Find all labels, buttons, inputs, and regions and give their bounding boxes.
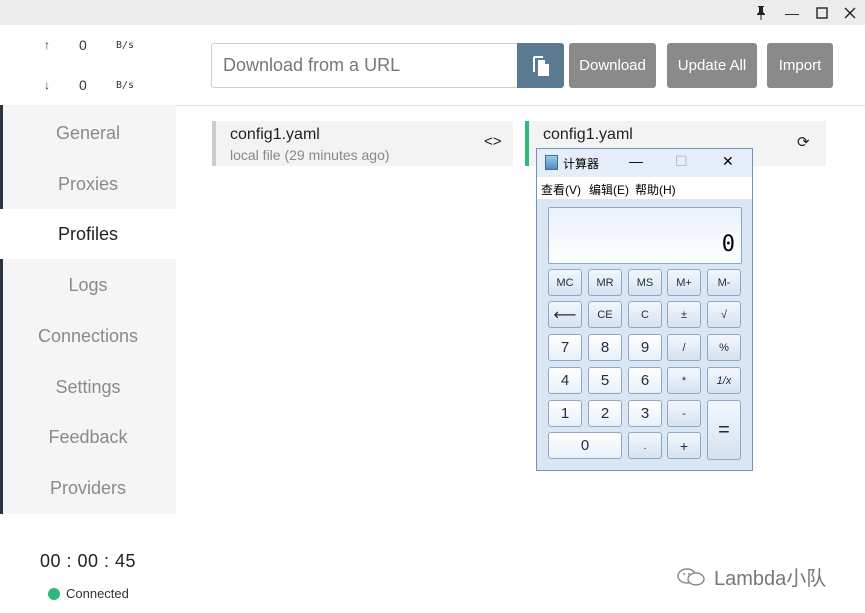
key-ce[interactable]: CE: [588, 301, 622, 328]
download-unit: B/s: [116, 80, 135, 91]
download-speed: ↓ 0 B/s: [0, 65, 176, 105]
calculator-title: 计算器: [563, 157, 600, 171]
sidebar-item-logs[interactable]: Logs: [0, 260, 176, 310]
profile-subtitle: local file (29 minutes ago): [230, 147, 390, 163]
key-subtract[interactable]: -: [667, 400, 701, 427]
upload-value: 0: [79, 37, 87, 53]
key-mc[interactable]: MC: [548, 269, 582, 296]
sidebar-item-profiles[interactable]: Profiles: [0, 209, 176, 259]
display-value: 0: [721, 232, 735, 257]
sidebar-item-feedback[interactable]: Feedback: [0, 412, 176, 462]
key-m-minus[interactable]: M-: [707, 269, 741, 296]
card-accent: [212, 121, 216, 166]
key-percent[interactable]: %: [707, 334, 741, 361]
key-8[interactable]: 8: [588, 334, 622, 361]
url-input[interactable]: Download from a URL: [211, 43, 519, 88]
watermark-text: Lambda小队: [714, 568, 827, 590]
watermark: Lambda小队: [676, 562, 826, 591]
refresh-icon[interactable]: ⟳: [797, 133, 810, 151]
profile-name: config1.yaml: [230, 126, 320, 143]
close-button[interactable]: [835, 0, 865, 25]
calculator-window: 计算器 — ☐ ✕ 查看(V) 编辑(E) 帮助(H) 0 MC MR MS M…: [536, 148, 753, 471]
key-mr[interactable]: MR: [588, 269, 622, 296]
upload-speed: ↑ 0 B/s: [0, 25, 176, 65]
calc-maximize-button[interactable]: ☐: [675, 153, 688, 170]
key-ms[interactable]: MS: [628, 269, 662, 296]
sidebar-item-proxies[interactable]: Proxies: [0, 159, 176, 209]
key-equals[interactable]: =: [707, 400, 741, 460]
card-accent: [525, 121, 529, 166]
import-button[interactable]: Import: [767, 43, 833, 88]
key-decimal[interactable]: .: [628, 432, 662, 459]
key-multiply[interactable]: *: [667, 367, 701, 394]
uptime-timer: 00 : 00 : 45: [39, 551, 137, 571]
menu-view[interactable]: 查看(V): [541, 181, 581, 198]
calc-close-button[interactable]: ✕: [722, 153, 734, 170]
pin-icon[interactable]: [746, 0, 776, 25]
key-7[interactable]: 7: [548, 334, 582, 361]
menu-edit[interactable]: 编辑(E): [589, 181, 629, 198]
key-6[interactable]: 6: [628, 367, 662, 394]
status-label: Connected: [66, 586, 129, 601]
divider: [176, 105, 865, 106]
download-button[interactable]: Download: [569, 43, 656, 88]
calc-minimize-button[interactable]: —: [629, 153, 643, 169]
key-add[interactable]: +: [667, 432, 701, 459]
key-backspace[interactable]: ⟵: [548, 301, 582, 328]
minimize-button[interactable]: —: [777, 0, 807, 25]
key-5[interactable]: 5: [588, 367, 622, 394]
code-icon[interactable]: <>: [484, 133, 502, 150]
key-1[interactable]: 1: [548, 400, 582, 427]
sidebar-item-settings[interactable]: Settings: [0, 362, 176, 412]
clipboard-icon: [532, 55, 549, 76]
menu-help[interactable]: 帮助(H): [635, 181, 676, 198]
key-3[interactable]: 3: [628, 400, 662, 427]
download-value: 0: [79, 77, 87, 93]
key-plus-minus[interactable]: ±: [667, 301, 701, 328]
upload-arrow-icon: ↑: [44, 38, 50, 52]
update-all-button[interactable]: Update All: [667, 43, 757, 88]
upload-unit: B/s: [116, 40, 135, 51]
profile-card[interactable]: config1.yaml local file (29 minutes ago)…: [212, 121, 513, 166]
maximize-button[interactable]: [807, 0, 837, 25]
key-m-plus[interactable]: M+: [667, 269, 701, 296]
key-9[interactable]: 9: [628, 334, 662, 361]
calculator-menu: 查看(V) 编辑(E) 帮助(H): [537, 177, 752, 199]
wechat-icon: [677, 567, 705, 586]
key-4[interactable]: 4: [548, 367, 582, 394]
sidebar-item-providers[interactable]: Providers: [0, 463, 176, 513]
calculator-display: 0: [548, 207, 742, 264]
key-reciprocal[interactable]: 1/x: [707, 367, 741, 394]
calculator-app-icon: [545, 155, 558, 170]
connection-status: Connected: [48, 586, 129, 601]
status-dot-icon: [48, 587, 60, 600]
sidebar-item-connections[interactable]: Connections: [0, 311, 176, 361]
calculator-title-bar: 计算器 — ☐ ✕: [537, 149, 752, 177]
download-arrow-icon: ↓: [44, 78, 50, 92]
key-c[interactable]: C: [628, 301, 662, 328]
title-bar: —: [0, 0, 865, 25]
key-2[interactable]: 2: [588, 400, 622, 427]
sidebar-item-general[interactable]: General: [0, 108, 176, 158]
paste-button[interactable]: [517, 43, 564, 88]
key-sqrt[interactable]: √: [707, 301, 741, 328]
key-0[interactable]: 0: [548, 432, 622, 459]
key-divide[interactable]: /: [667, 334, 701, 361]
profile-name: config1.yaml: [543, 126, 633, 143]
